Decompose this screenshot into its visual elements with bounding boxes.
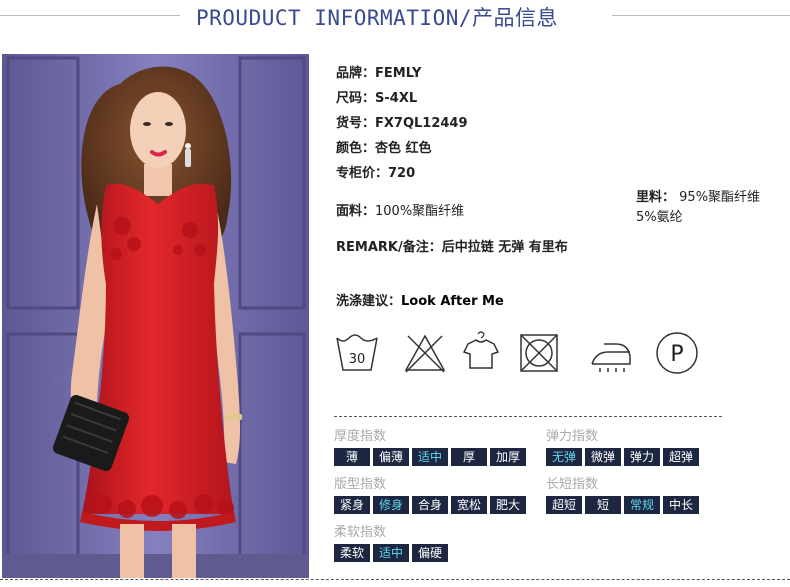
wash-row: 洗涤建议：Look After Me	[336, 290, 504, 309]
header-divider-left	[0, 15, 180, 16]
lining-value-2: 5%氨纶	[636, 210, 683, 225]
header-divider-right	[612, 15, 790, 16]
wash-value: Look After Me	[401, 294, 504, 309]
price-row: 专柜价：720	[336, 162, 415, 181]
price-label: 专柜价：	[336, 166, 389, 181]
lining-block: 里料： 95%聚酯纤维 5%氨纶	[636, 188, 760, 228]
elasticity-opt-stretch: 弹力	[624, 448, 660, 466]
fit-opt-loose: 宽松	[451, 496, 487, 514]
thickness-opt-thinner: 偏薄	[373, 448, 409, 466]
wash-30-icon: 30	[334, 330, 380, 376]
elasticity-opt-none: 无弹	[546, 448, 582, 466]
elasticity-chips: 无弹 微弹 弹力 超弹	[546, 448, 699, 466]
remark-row: REMARK/备注：后中拉链 无弹 有里布	[336, 236, 568, 255]
no-tumble-dry-icon	[516, 330, 562, 376]
sku-label: 货号：	[336, 116, 376, 131]
price-value: 720	[388, 166, 416, 181]
thickness-title: 厚度指数	[334, 429, 387, 444]
remark-label: REMARK/备注：	[336, 240, 442, 255]
length-title: 长短指数	[546, 477, 599, 492]
thickness-opt-thin: 薄	[334, 448, 370, 466]
color-label: 颜色：	[336, 141, 376, 156]
brand-value: FEMLY	[375, 66, 422, 81]
dry-clean-text: P	[670, 342, 683, 367]
softness-chips: 柔软 适中 偏硬	[334, 544, 448, 562]
sku-value: FX7QL12449	[375, 116, 468, 131]
section-title: PROUDUCT INFORMATION/产品信息	[196, 6, 559, 30]
size-row: 尺码：S-4XL	[336, 87, 417, 106]
fit-opt-slim: 修身	[373, 496, 409, 514]
softness-title: 柔软指数	[334, 525, 387, 540]
fit-chips: 紧身 修身 合身 宽松 肥大	[334, 496, 526, 514]
softness-opt-stiff: 偏硬	[412, 544, 448, 562]
size-label: 尺码：	[336, 91, 376, 106]
remark-value: 后中拉链 无弹 有里布	[441, 240, 568, 255]
length-opt-regular: 常规	[624, 496, 660, 514]
dry-clean-p-icon: P	[654, 330, 700, 376]
product-photo	[2, 54, 309, 578]
color-row: 颜色：杏色 红色	[336, 137, 432, 156]
wash-temp-text: 30	[349, 352, 366, 367]
brand-label: 品牌：	[336, 66, 376, 81]
fit-opt-oversized: 肥大	[490, 496, 526, 514]
fit-opt-regular: 合身	[412, 496, 448, 514]
brand-row: 品牌：FEMLY	[336, 62, 421, 81]
bottom-divider	[0, 579, 790, 580]
fabric-row: 面料：100%聚酯纤维	[336, 200, 464, 219]
elasticity-title: 弹力指数	[546, 429, 599, 444]
thickness-chips: 薄 偏薄 适中 厚 加厚	[334, 448, 526, 466]
fabric-label: 面料：	[336, 204, 376, 219]
size-value: S-4XL	[375, 91, 418, 106]
length-opt-short: 短	[585, 496, 621, 514]
thickness-opt-thick: 厚	[451, 448, 487, 466]
fit-opt-tight: 紧身	[334, 496, 370, 514]
elasticity-opt-slight: 微弹	[585, 448, 621, 466]
iron-icon	[588, 330, 634, 376]
no-bleach-icon	[402, 330, 448, 376]
thickness-opt-extra-thick: 加厚	[490, 448, 526, 466]
length-chips: 超短 短 常规 中长	[546, 496, 699, 514]
index-divider-top	[334, 416, 722, 417]
elasticity-opt-super: 超弹	[663, 448, 699, 466]
lining-value-1: 95%聚酯纤维	[679, 190, 761, 205]
thickness-opt-medium: 适中	[412, 448, 448, 466]
hang-dry-icon	[458, 330, 504, 376]
color-value: 杏色 红色	[375, 141, 432, 156]
fit-title: 版型指数	[334, 477, 387, 492]
sku-row: 货号：FX7QL12449	[336, 112, 468, 131]
softness-opt-medium: 适中	[373, 544, 409, 562]
fabric-value: 100%聚酯纤维	[375, 204, 465, 219]
wash-label: 洗涤建议：	[336, 294, 402, 309]
length-opt-midi: 中长	[663, 496, 699, 514]
length-opt-extra-short: 超短	[546, 496, 582, 514]
softness-opt-soft: 柔软	[334, 544, 370, 562]
lining-label: 里料：	[636, 190, 676, 205]
